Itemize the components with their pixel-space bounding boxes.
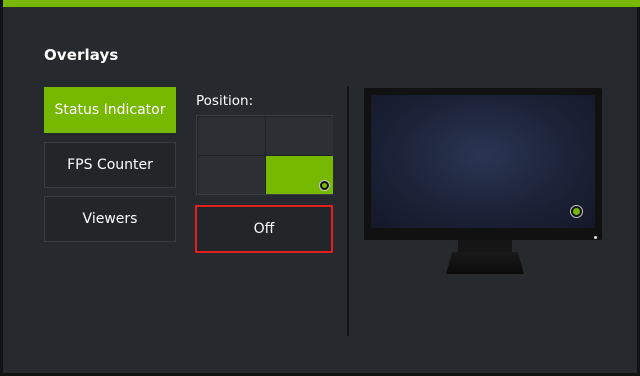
monitor-stand-neck: [458, 240, 512, 252]
position-bottom-left[interactable]: [198, 156, 265, 194]
monitor-screen: [371, 95, 595, 228]
divider: [347, 86, 349, 336]
accent-bar: [3, 0, 640, 7]
status-indicator-icon: [319, 180, 330, 191]
position-bottom-right[interactable]: [266, 156, 333, 194]
monitor-preview: [364, 88, 602, 240]
overlays-panel: Overlays Status Indicator FPS Counter Vi…: [0, 0, 640, 376]
position-grid: [196, 115, 333, 195]
monitor-stand-base: [446, 252, 524, 274]
fps-counter-button[interactable]: FPS Counter: [44, 142, 176, 188]
position-label: Position:: [196, 93, 254, 109]
position-top-left[interactable]: [198, 117, 265, 155]
viewers-button[interactable]: Viewers: [44, 196, 176, 242]
power-light-icon: [594, 236, 597, 239]
page-title: Overlays: [44, 46, 119, 64]
status-indicator-button[interactable]: Status Indicator: [44, 87, 176, 133]
off-button[interactable]: Off: [195, 205, 333, 253]
position-top-right[interactable]: [266, 117, 333, 155]
status-indicator-icon: [570, 205, 583, 218]
